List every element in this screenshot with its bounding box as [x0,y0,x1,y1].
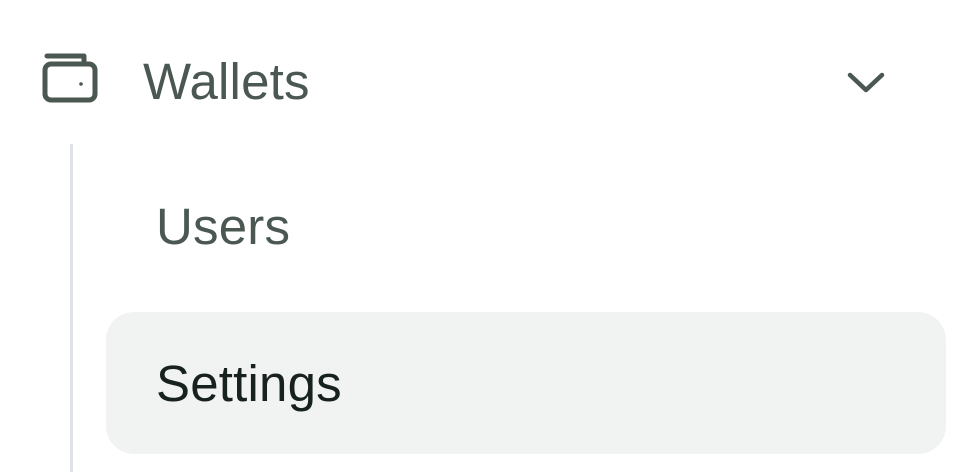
wallets-group-label: Wallets [143,53,310,110]
sidebar-item-users[interactable]: Users [106,155,946,297]
wallet-icon [40,36,100,112]
wallets-group-header[interactable]: Wallets [0,18,910,110]
sidebar-nav: Wallets Users Settings [0,0,960,472]
submenu-tree-line [70,144,73,472]
chevron-down-icon[interactable] [838,58,894,106]
sidebar-item-label: Settings [156,354,342,412]
sidebar-item-settings[interactable]: Settings [106,312,946,454]
sidebar-item-label: Users [156,197,291,255]
